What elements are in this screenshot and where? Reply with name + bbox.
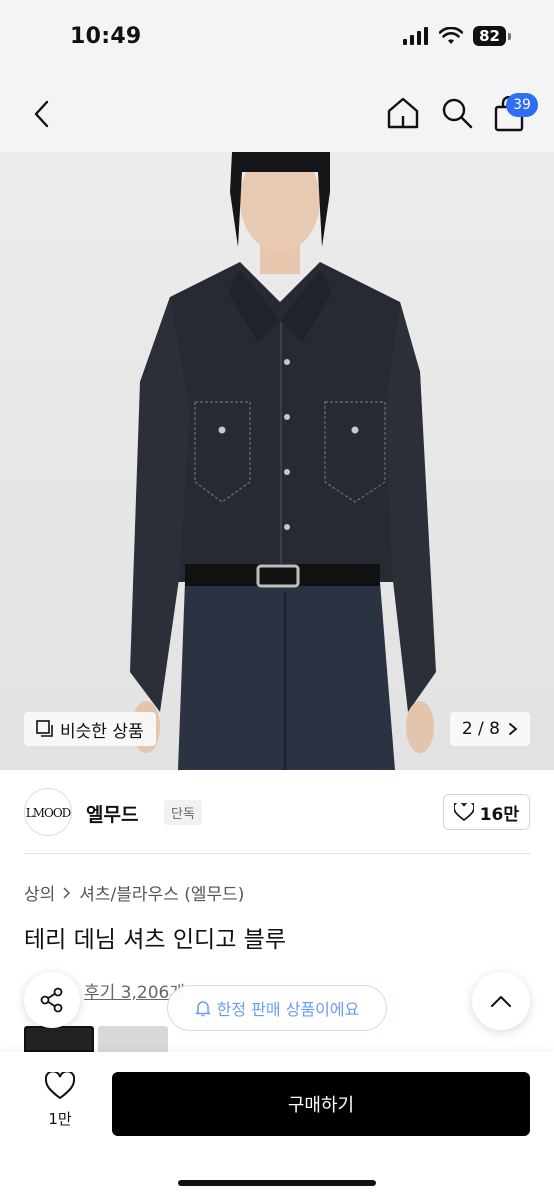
nav-bar: 39 bbox=[0, 76, 554, 152]
page-indicator-text: 2 / 8 bbox=[461, 719, 500, 739]
similar-products-label: 비슷한 상품 bbox=[60, 721, 144, 742]
status-time: 10:49 bbox=[70, 24, 142, 49]
review-thumbnail[interactable] bbox=[98, 1026, 168, 1052]
limited-sale-notice[interactable]: 한정 판매 상품이에요 bbox=[167, 985, 387, 1031]
image-page-indicator[interactable]: 2 / 8 bbox=[449, 712, 530, 746]
home-icon[interactable] bbox=[386, 96, 420, 130]
breadcrumb: 상의 셔츠/블라우스 (엘무드) bbox=[24, 880, 244, 905]
product-title: 테리 데님 셔츠 인디고 블루 bbox=[24, 927, 287, 953]
product-photo bbox=[130, 152, 436, 770]
search-icon[interactable] bbox=[440, 96, 474, 130]
share-button[interactable] bbox=[24, 972, 80, 1028]
share-icon bbox=[40, 987, 63, 1013]
review-thumbnail[interactable] bbox=[24, 1026, 94, 1052]
buy-button[interactable]: 구매하기 bbox=[112, 1072, 530, 1136]
heart-icon bbox=[44, 1070, 76, 1100]
scroll-top-button[interactable] bbox=[472, 972, 530, 1030]
brand-logo[interactable]: LMOOD bbox=[24, 788, 72, 836]
similar-items-icon bbox=[36, 720, 53, 737]
back-icon[interactable] bbox=[28, 98, 56, 130]
wishlist-count: 1만 bbox=[48, 1110, 72, 1128]
cart-count-badge: 39 bbox=[506, 93, 538, 117]
chevron-up-icon bbox=[491, 996, 511, 1007]
wifi-icon bbox=[439, 27, 464, 44]
product-image-carousel[interactable]: 비슷한 상품 2 / 8 bbox=[0, 152, 554, 770]
similar-products-button[interactable]: 비슷한 상품 bbox=[24, 712, 156, 746]
heart-icon bbox=[453, 803, 474, 821]
chevron-right-icon bbox=[509, 723, 518, 735]
limited-sale-label: 한정 판매 상품이에요 bbox=[216, 1000, 360, 1019]
bottom-purchase-bar: 1만 구매하기 bbox=[0, 1052, 554, 1200]
brand-logo-text: LMOOD bbox=[25, 806, 72, 820]
home-indicator bbox=[178, 1180, 376, 1186]
status-bar: 10:49 82 bbox=[0, 0, 554, 76]
wishlist-button[interactable]: 1만 bbox=[32, 1070, 88, 1129]
breadcrumb-category[interactable]: 상의 bbox=[24, 880, 55, 905]
exclusive-badge: 단독 bbox=[164, 800, 202, 825]
breadcrumb-subcategory[interactable]: 셔츠/블라우스 (엘무드) bbox=[79, 880, 244, 905]
brand-like-button[interactable]: 16만 bbox=[442, 794, 530, 830]
chevron-right-icon bbox=[63, 886, 71, 899]
brand-name[interactable]: 엘무드 bbox=[86, 800, 138, 827]
battery-indicator: 82 bbox=[473, 26, 511, 46]
brand-row: LMOOD 엘무드 단독 16만 bbox=[24, 770, 530, 854]
status-icons: 82 bbox=[403, 26, 511, 46]
brand-like-count: 16만 bbox=[479, 804, 519, 825]
signal-icon bbox=[403, 27, 429, 45]
bell-icon bbox=[195, 1001, 210, 1017]
